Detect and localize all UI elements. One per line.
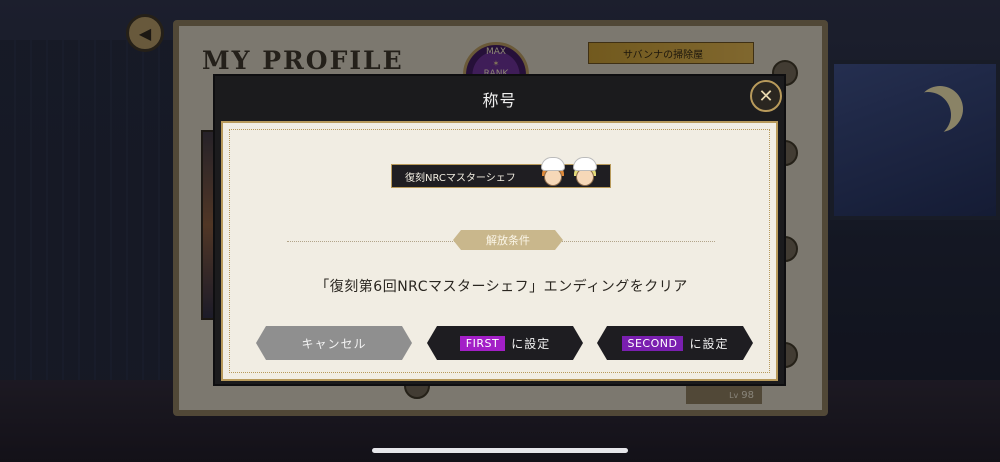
first-slot-tag: FIRST (460, 336, 505, 351)
condition-text: 「復刻第6回NRCマスターシェフ」エンディングをクリア (315, 279, 688, 295)
home-indicator (372, 448, 628, 453)
set-second-button[interactable]: SECOND に設定 (597, 326, 753, 360)
modal-title: 称号 (482, 90, 517, 110)
modal-body: 復刻NRCマスターシェフ 解放条件 「復刻第6回NRCマスターシェフ」エンディン… (221, 121, 778, 381)
cancel-label: キャンセル (301, 336, 367, 351)
close-button[interactable]: ✕ (750, 80, 782, 112)
close-icon: ✕ (758, 85, 774, 107)
set-second-label: に設定 (689, 336, 729, 351)
second-slot-tag: SECOND (622, 336, 684, 351)
title-plate: 復刻NRCマスターシェフ (391, 157, 611, 188)
condition-label: 解放条件 (453, 230, 563, 250)
title-modal: 称号 ✕ 復刻NRCマスターシェフ 解放条件 「復刻第6回NRCマスターシェフ」… (213, 74, 786, 386)
set-first-button[interactable]: FIRST に設定 (427, 326, 583, 360)
chef-avatar-icon (570, 157, 600, 189)
cancel-button[interactable]: キャンセル (256, 326, 412, 360)
chef-avatar-icon (538, 157, 568, 189)
title-plate-text: 復刻NRCマスターシェフ (405, 172, 516, 184)
set-first-label: に設定 (511, 336, 551, 351)
